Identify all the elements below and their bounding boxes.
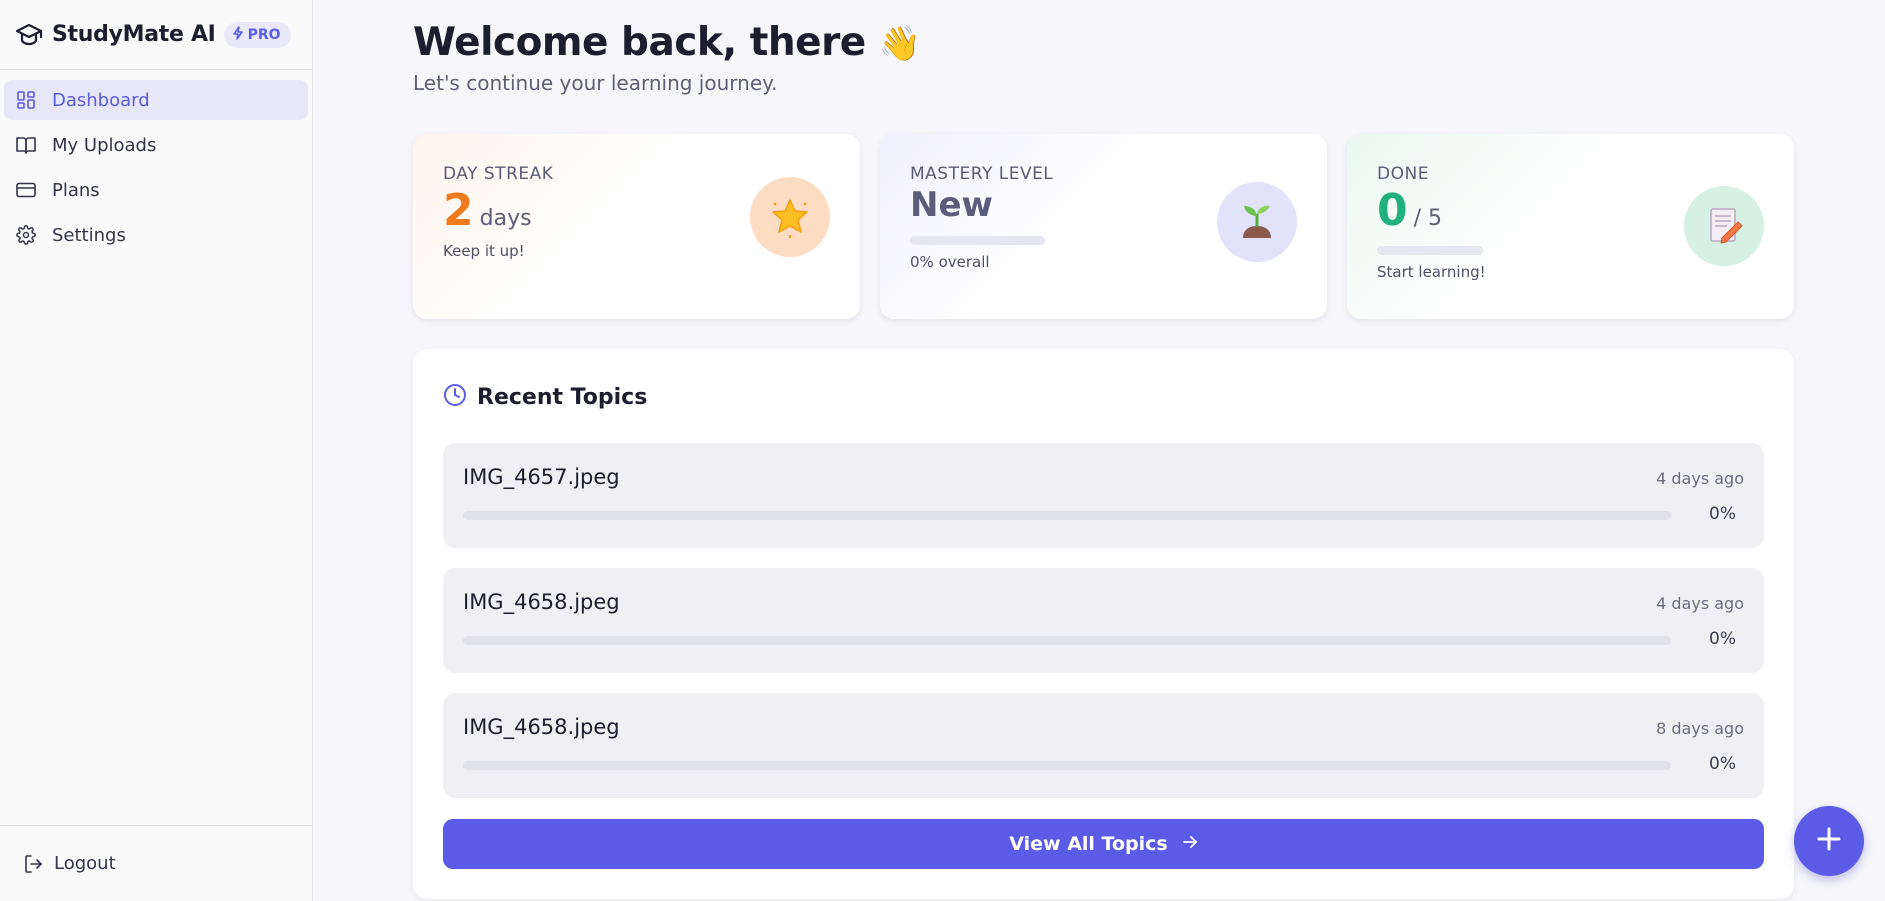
sidebar-item-plans[interactable]: Plans: [4, 170, 308, 210]
view-all-topics-button[interactable]: View All Topics: [443, 819, 1764, 869]
logout-label: Logout: [54, 853, 116, 874]
graduation-cap-icon: [14, 20, 44, 50]
recent-topics-card: Recent Topics IMG_4657.jpeg 4 days ago 0…: [413, 349, 1794, 899]
star-icon: [750, 177, 830, 257]
clock-icon: [443, 383, 467, 411]
streak-unit: days: [479, 206, 532, 231]
sidebar-item-label: Settings: [52, 224, 126, 246]
app-name: StudyMate AI: [52, 22, 216, 47]
topic-percent: 0%: [1709, 754, 1736, 774]
mastery-progress-bar: [910, 235, 1045, 245]
sidebar-nav: Dashboard My Uploads Plans Settings: [0, 70, 312, 265]
topic-time: 8 days ago: [1656, 719, 1744, 738]
brand-header: StudyMate AI PRO: [0, 0, 312, 70]
topic-name: IMG_4657.jpeg: [463, 465, 620, 489]
done-total: / 5: [1413, 206, 1443, 231]
topic-time: 4 days ago: [1656, 594, 1744, 613]
sidebar-item-label: Plans: [52, 179, 100, 201]
topic-time: 4 days ago: [1656, 469, 1744, 488]
sidebar: StudyMate AI PRO Dashboard My Uploads Pl…: [0, 0, 313, 901]
recent-topics-header: Recent Topics: [443, 383, 647, 411]
mastery-level-card: MASTERY LEVEL New 0% overall: [880, 134, 1327, 319]
credit-card-icon: [14, 178, 38, 202]
logout-icon: [24, 854, 44, 874]
sidebar-item-dashboard[interactable]: Dashboard: [4, 80, 308, 120]
topic-name: IMG_4658.jpeg: [463, 590, 620, 614]
welcome-title: Welcome back, there: [413, 20, 866, 65]
day-streak-card: DAY STREAK 2 days Keep it up!: [413, 134, 860, 319]
memo-icon: [1684, 186, 1764, 266]
stat-subtext: Start learning!: [1377, 263, 1486, 282]
sidebar-item-my-uploads[interactable]: My Uploads: [4, 125, 308, 165]
pro-badge-label: PRO: [247, 26, 281, 43]
lightning-icon: [232, 25, 244, 44]
topic-item[interactable]: IMG_4657.jpeg 4 days ago 0%: [443, 443, 1764, 548]
mastery-value: New: [910, 185, 993, 225]
add-floating-button[interactable]: [1794, 806, 1864, 876]
done-count: 0: [1377, 185, 1408, 236]
topic-name: IMG_4658.jpeg: [463, 715, 620, 739]
topic-item[interactable]: IMG_4658.jpeg 4 days ago 0%: [443, 568, 1764, 673]
main-content: Welcome back, there 👋 Let's continue you…: [313, 0, 1885, 901]
done-card: DONE 0 / 5 Start learning!: [1347, 134, 1794, 319]
topic-progress-bar: [463, 511, 1671, 520]
gear-icon: [14, 223, 38, 247]
welcome-section: Welcome back, there 👋 Let's continue you…: [413, 20, 921, 95]
topic-progress-bar: [463, 636, 1671, 645]
sidebar-item-label: My Uploads: [52, 134, 157, 156]
page-title: Welcome back, there 👋: [413, 20, 921, 65]
plus-icon: [1815, 825, 1843, 857]
stat-label: MASTERY LEVEL: [910, 164, 1054, 184]
welcome-subtitle: Let's continue your learning journey.: [413, 71, 778, 95]
done-progress-bar: [1377, 246, 1483, 256]
pro-badge: PRO: [223, 21, 291, 48]
topic-percent: 0%: [1709, 629, 1736, 649]
grid-icon: [14, 88, 38, 112]
sidebar-item-settings[interactable]: Settings: [4, 215, 308, 255]
sidebar-item-label: Dashboard: [52, 89, 150, 111]
waving-hand-icon: 👋: [878, 24, 921, 64]
recent-topics-title: Recent Topics: [477, 384, 648, 410]
topic-progress-bar: [463, 761, 1671, 770]
topic-percent: 0%: [1709, 504, 1736, 524]
streak-count: 2: [443, 185, 474, 236]
view-all-label: View All Topics: [1009, 833, 1168, 855]
book-icon: [14, 133, 38, 157]
topic-item[interactable]: IMG_4658.jpeg 8 days ago 0%: [443, 693, 1764, 798]
stat-label: DONE: [1377, 164, 1429, 184]
arrow-right-icon: [1182, 833, 1198, 855]
sprout-icon: [1217, 182, 1297, 262]
logout-button[interactable]: Logout: [0, 825, 312, 901]
